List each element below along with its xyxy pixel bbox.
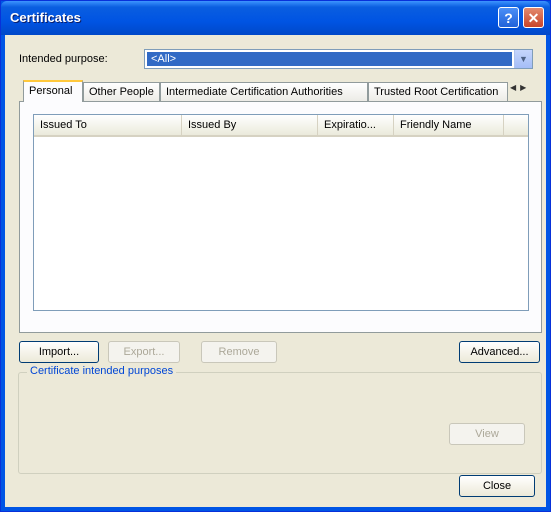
intended-purposes-label: Certificate intended purposes — [27, 365, 177, 377]
remove-button[interactable]: Remove — [201, 341, 277, 363]
view-button[interactable]: View — [449, 423, 525, 445]
certificates-window: Certificates ? ✕ Intended purpose: <All>… — [0, 0, 551, 512]
intended-purpose-label: Intended purpose: — [19, 53, 108, 65]
certificate-list[interactable]: Issued To Issued By Expiratio... Friendl… — [33, 114, 529, 311]
close-icon[interactable]: ✕ — [523, 7, 544, 28]
tab-panel: Issued To Issued By Expiratio... Friendl… — [19, 101, 542, 333]
tab-personal[interactable]: Personal — [23, 80, 83, 102]
intended-purpose-value: <All> — [147, 52, 512, 66]
intended-purposes-group: Certificate intended purposes View — [18, 365, 542, 474]
intended-purpose-select[interactable]: <All> ▼ — [144, 49, 533, 69]
tab-scroll-arrows[interactable]: ◀▶ — [510, 83, 536, 99]
dialog-body: Intended purpose: <All> ▼ Personal Other… — [5, 35, 546, 507]
export-button[interactable]: Export... — [108, 341, 180, 363]
tab-intermediate-ca[interactable]: Intermediate Certification Authorities — [160, 82, 368, 101]
tab-trusted-root[interactable]: Trusted Root Certification — [368, 82, 508, 101]
column-issued-by[interactable]: Issued By — [182, 115, 318, 135]
column-friendly-name[interactable]: Friendly Name — [394, 115, 504, 135]
column-issued-to[interactable]: Issued To — [34, 115, 182, 135]
list-header: Issued To Issued By Expiratio... Friendl… — [34, 115, 528, 137]
import-button[interactable]: Import... — [19, 341, 99, 363]
column-expiration[interactable]: Expiratio... — [318, 115, 394, 135]
tab-strip: Personal Other People Intermediate Certi… — [23, 80, 536, 102]
close-button[interactable]: Close — [459, 475, 535, 497]
title-bar[interactable]: Certificates ? ✕ — [1, 1, 550, 35]
help-icon[interactable]: ? — [498, 7, 519, 28]
chevron-down-icon[interactable]: ▼ — [514, 50, 532, 68]
advanced-button[interactable]: Advanced... — [459, 341, 540, 363]
tab-other-people[interactable]: Other People — [83, 82, 160, 101]
window-title: Certificates — [10, 10, 81, 25]
